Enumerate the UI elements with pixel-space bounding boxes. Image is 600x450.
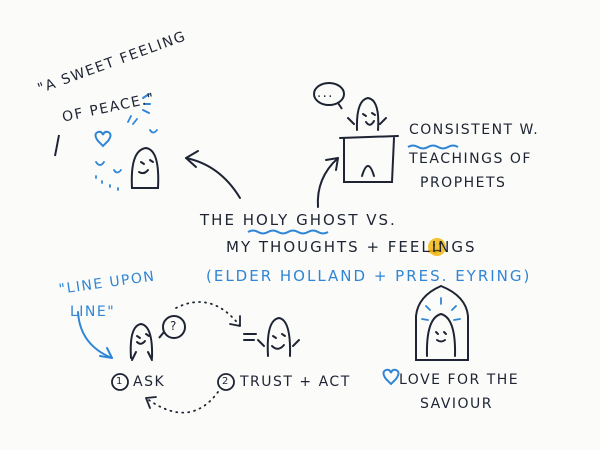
saviour-line2: SAVIOUR xyxy=(420,396,494,412)
step-2-number: 2 xyxy=(222,376,229,387)
peaceful-figure xyxy=(130,146,160,189)
asking-figure xyxy=(129,322,154,361)
pulpit-icon xyxy=(339,135,399,183)
peace-sparkles xyxy=(95,115,158,191)
center-title-post: VS. xyxy=(366,211,397,229)
speech-bubble-text: ... xyxy=(317,86,334,101)
step-1-label: ASK xyxy=(133,374,166,390)
arrow-to-peace xyxy=(185,150,241,199)
prophet-figure xyxy=(347,96,387,131)
center-title-line1: THE HOLY GHOST VS. xyxy=(200,213,397,228)
highlight-underline-holy-ghost xyxy=(247,229,329,235)
step-1-number: 1 xyxy=(116,376,123,387)
prophet-line1: CONSISTENT W. xyxy=(409,122,540,138)
quote-stroke xyxy=(54,134,60,157)
highlight-underline-consistent xyxy=(407,144,459,150)
saviour-halo-rays xyxy=(421,297,461,321)
cycle-arrow-back xyxy=(145,391,219,414)
line-upon-line-2: LINE" xyxy=(70,304,116,320)
love-heart-icon xyxy=(382,368,400,386)
prophet-line2: TEACHINGS OF xyxy=(409,151,532,167)
center-title-holy-ghost: HOLY GHOST xyxy=(242,211,360,229)
prophet-line3: PROPHETS xyxy=(420,175,507,191)
heart-icon xyxy=(94,130,112,148)
arrow-to-prophet xyxy=(316,157,339,208)
saviour-line1: LOVE FOR THE xyxy=(399,372,520,388)
trusting-figure xyxy=(243,316,300,357)
center-title-pre: THE xyxy=(200,211,236,229)
center-title-line2: MY THOUGHTS + FEELINGS xyxy=(226,238,477,256)
step-2-label: TRUST + ACT xyxy=(240,374,351,390)
cycle-arrow-forward xyxy=(175,301,241,327)
saviour-portrait-icon xyxy=(415,284,469,361)
center-subtitle: (ELDER HOLLAND + PRES. EYRING) xyxy=(206,267,532,285)
question-bubble-text: ? xyxy=(170,319,178,333)
